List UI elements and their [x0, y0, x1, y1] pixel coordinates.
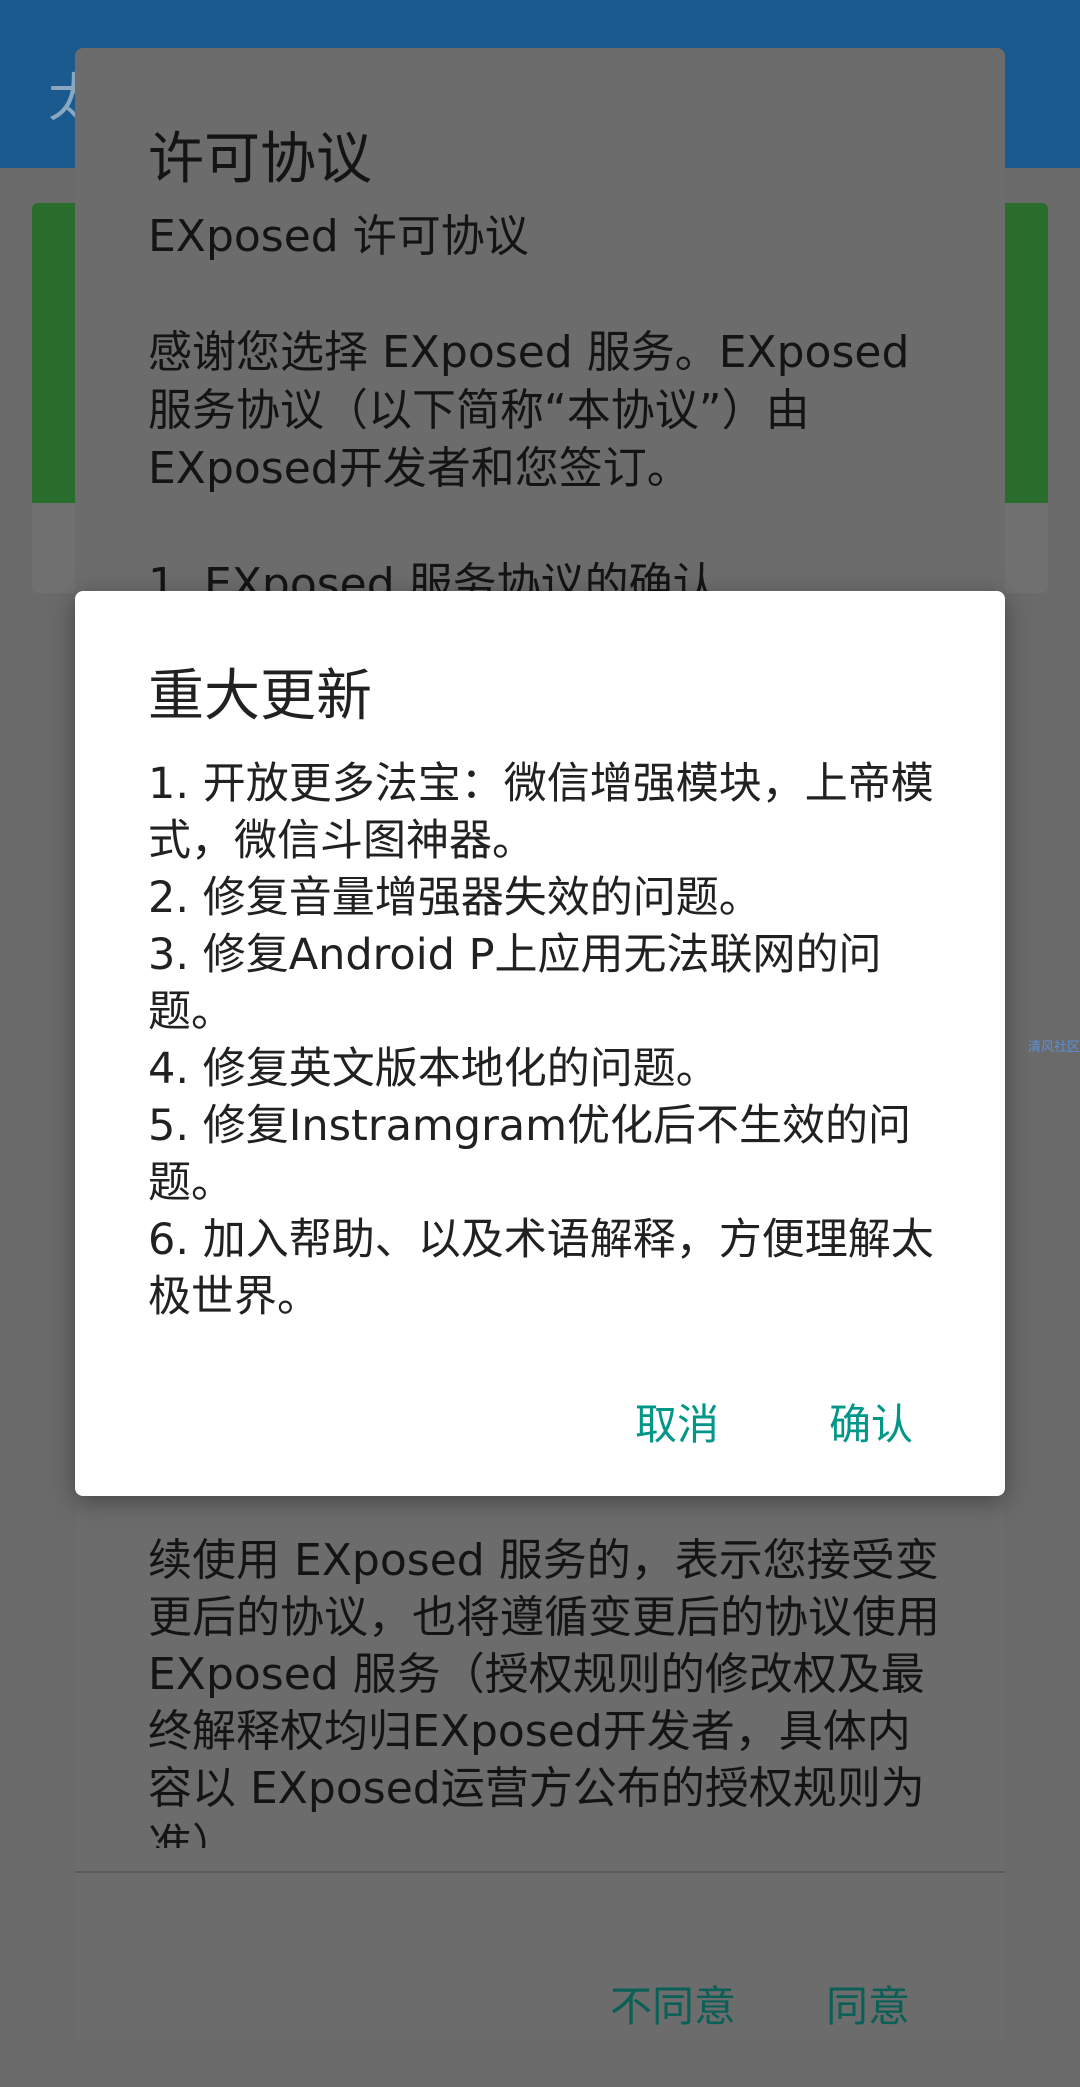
- update-item: 5. 修复Instramgram优化后不生效的问题。: [148, 1101, 912, 1208]
- disagree-button[interactable]: 不同意: [610, 1973, 736, 2034]
- update-dialog: 重大更新 1. 开放更多法宝：微信增强模块，上帝模式，微信斗图神器。 2. 修复…: [75, 591, 1005, 1496]
- license-actions: 不同意 同意: [610, 1973, 910, 2034]
- update-actions: 取消 确认: [635, 1391, 913, 1452]
- update-item: 2. 修复音量增强器失效的问题。: [148, 873, 762, 923]
- license-text-top: EXposed 许可协议 感谢您选择 EXposed 服务。EXposed 服务…: [148, 211, 910, 610]
- watermark-text: 清风社区: [1027, 1040, 1080, 1055]
- license-dialog-title: 许可协议: [148, 127, 372, 192]
- update-list: 1. 开放更多法宝：微信增强模块，上帝模式，微信斗图神器。 2. 修复音量增强器…: [148, 756, 938, 1326]
- license-divider: [75, 1871, 1005, 1873]
- update-dialog-title: 重大更新: [148, 664, 372, 729]
- update-item: 3. 修复Android P上应用无法联网的问题。: [148, 930, 882, 1037]
- cancel-button[interactable]: 取消: [635, 1391, 719, 1452]
- update-item: 6. 加入帮助、以及术语解释，方便理解太极世界。: [148, 1215, 934, 1322]
- license-text-bottom-content: 续使用 EXposed 服务的，表示您接受变更后的协议，也将遵循变更后的协议使用…: [148, 1535, 940, 1848]
- update-item: 4. 修复英文版本地化的问题。: [148, 1044, 719, 1094]
- confirm-button[interactable]: 确认: [829, 1391, 913, 1452]
- update-item: 1. 开放更多法宝：微信增强模块，上帝模式，微信斗图神器。: [148, 759, 934, 866]
- agree-button[interactable]: 同意: [826, 1973, 910, 2034]
